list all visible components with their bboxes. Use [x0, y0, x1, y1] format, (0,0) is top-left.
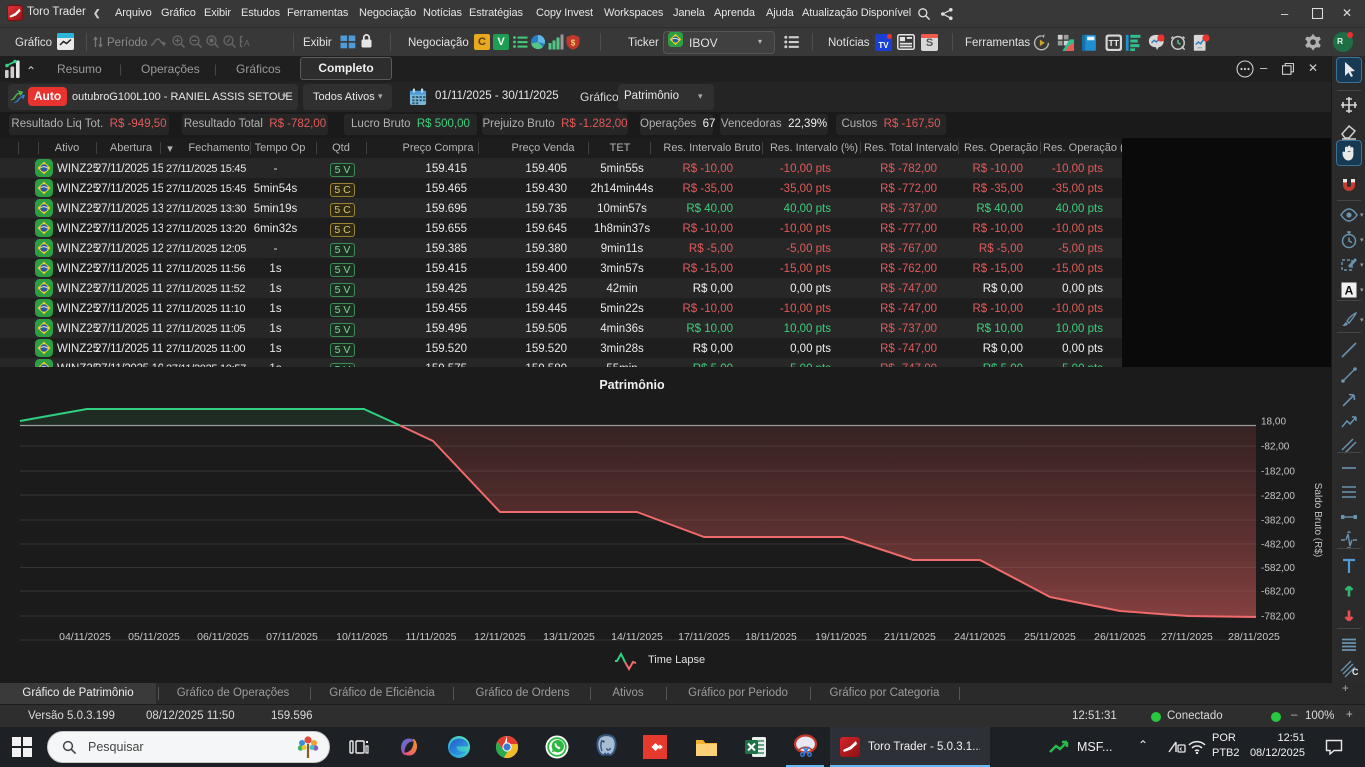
svg-text:12/11/2025: 12/11/2025 [474, 631, 526, 643]
svg-text:24/11/2025: 24/11/2025 [954, 631, 1006, 643]
svg-text:-82,00: -82,00 [1261, 442, 1290, 453]
svg-text:Patrimônio: Patrimônio [599, 378, 665, 392]
svg-text:-282,00: -282,00 [1261, 491, 1295, 502]
svg-text:18/11/2025: 18/11/2025 [745, 631, 797, 643]
svg-text:-182,00: -182,00 [1261, 467, 1295, 478]
svg-text:18,00: 18,00 [1261, 417, 1286, 428]
svg-text:14/11/2025: 14/11/2025 [611, 631, 663, 643]
svg-text:21/11/2025: 21/11/2025 [884, 631, 936, 643]
svg-text:19/11/2025: 19/11/2025 [815, 631, 867, 643]
svg-text:13/11/2025: 13/11/2025 [543, 631, 595, 643]
svg-text:TT: TT [1109, 38, 1120, 48]
svg-text:07/11/2025: 07/11/2025 [266, 631, 318, 643]
svg-text:-682,00: -682,00 [1261, 587, 1295, 598]
svg-text:25/11/2025: 25/11/2025 [1024, 631, 1076, 643]
svg-text:05/11/2025: 05/11/2025 [128, 631, 180, 643]
svg-text:A: A [244, 38, 250, 48]
svg-text:04/11/2025: 04/11/2025 [59, 631, 111, 643]
svg-text:27/11/2025: 27/11/2025 [1161, 631, 1213, 643]
svg-text:28/11/2025: 28/11/2025 [1228, 631, 1280, 643]
svg-text:26/11/2025: 26/11/2025 [1094, 631, 1146, 643]
svg-text:Saldo Bruto (R$): Saldo Bruto (R$) [1312, 483, 1323, 557]
svg-text:Time Lapse: Time Lapse [648, 654, 705, 666]
svg-text:-582,00: -582,00 [1261, 563, 1295, 574]
svg-text:$: $ [571, 39, 576, 48]
svg-text:A: A [1345, 284, 1354, 298]
svg-text:-482,00: -482,00 [1261, 540, 1295, 551]
svg-text:06/11/2025: 06/11/2025 [197, 631, 249, 643]
svg-text:10/11/2025: 10/11/2025 [336, 631, 388, 643]
svg-text:C: C [1352, 667, 1359, 677]
svg-text:-382,00: -382,00 [1261, 516, 1295, 527]
svg-text:17/11/2025: 17/11/2025 [678, 631, 730, 643]
svg-text:-782,00: -782,00 [1261, 612, 1295, 623]
svg-text:11/11/2025: 11/11/2025 [406, 631, 457, 643]
